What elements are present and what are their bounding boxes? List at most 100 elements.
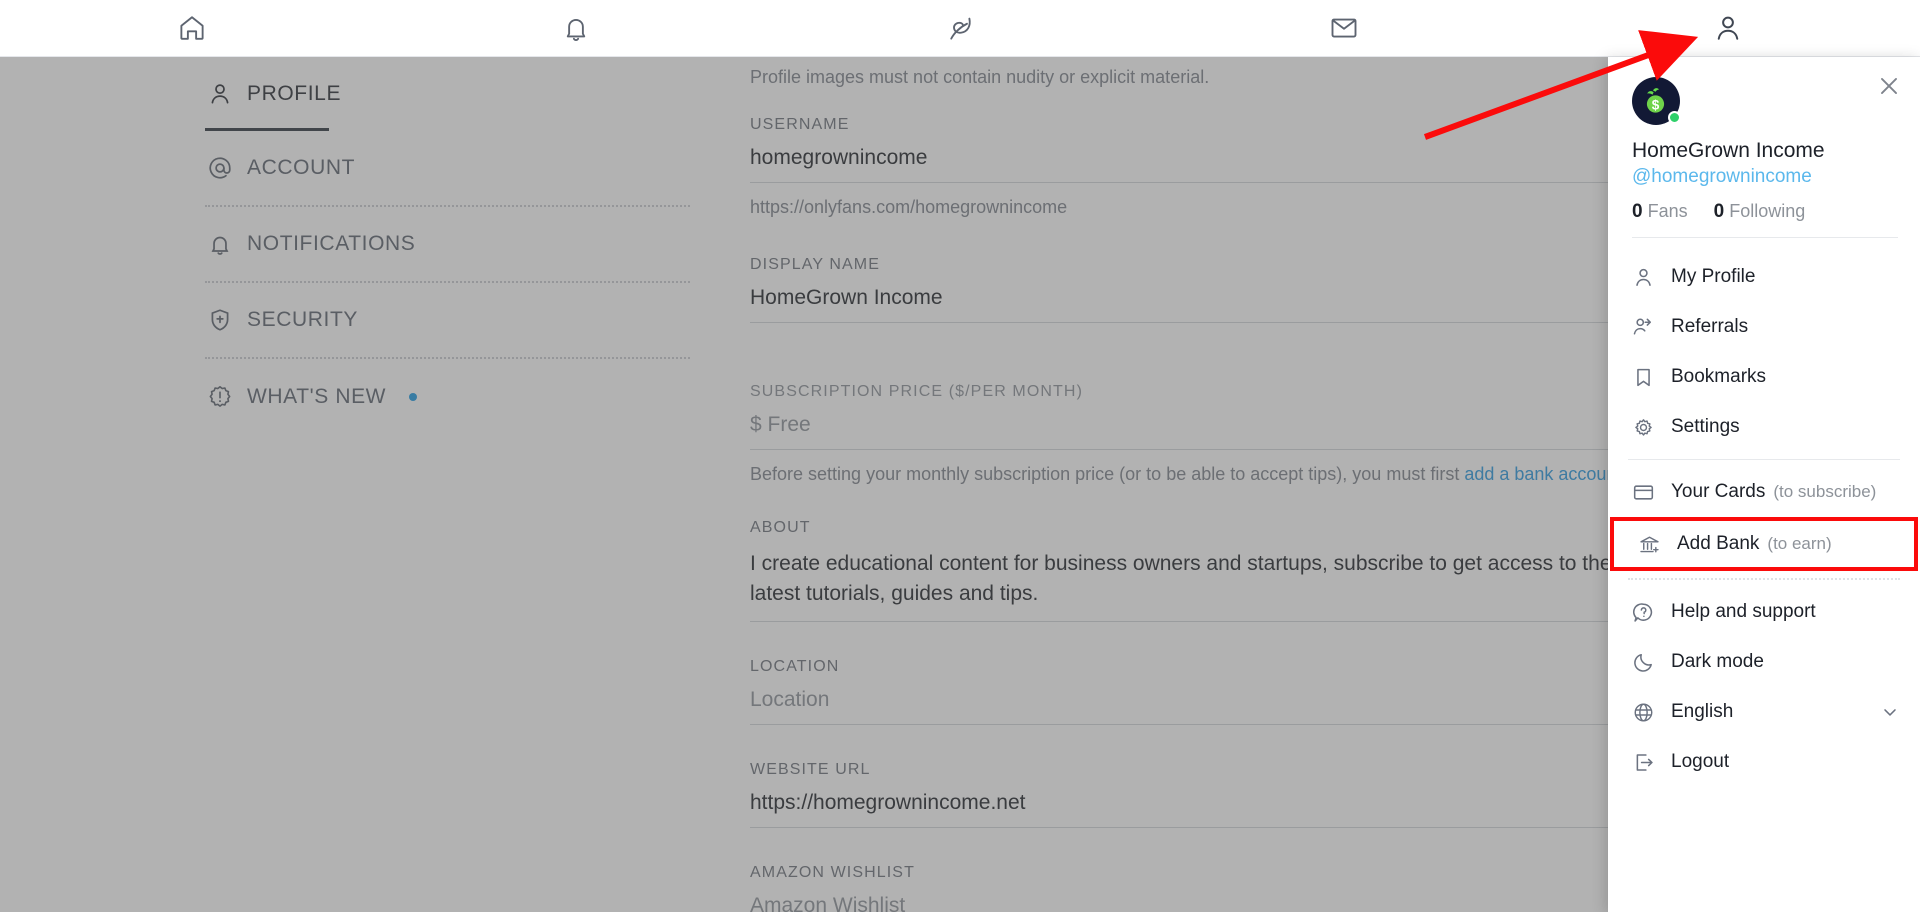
menu-item-label: Logout <box>1671 751 1730 772</box>
sidebar-item-account[interactable]: ACCOUNT <box>205 131 690 207</box>
amazon-wishlist-input[interactable]: Amazon Wishlist <box>750 894 1628 912</box>
dropdown-display-name: HomeGrown Income <box>1632 139 1825 162</box>
website-url-input[interactable]: https://homegrownincome.net <box>750 791 1628 828</box>
nav-home[interactable] <box>0 0 384 57</box>
dropdown-handle[interactable]: @homegrownincome <box>1632 166 1898 188</box>
fans-count: 0 <box>1632 201 1643 222</box>
account-dropdown-panel: $ HomeGrown Income @homegrownincome 0 Fa… <box>1608 57 1920 912</box>
subscription-price-field: SUBSCRIPTION PRICE ($/PER MONTH) $ Free … <box>748 383 1628 489</box>
menu-item-logout[interactable]: Logout <box>1608 737 1920 787</box>
top-navigation-bar <box>0 0 1920 57</box>
at-icon <box>207 155 233 181</box>
money-bag-icon: $ <box>1646 88 1665 113</box>
menu-item-bookmarks[interactable]: Bookmarks <box>1608 352 1920 402</box>
menu-item-add-bank[interactable]: Add Bank (to earn) <box>1610 517 1918 571</box>
subscription-help-text: Before setting your monthly subscription… <box>750 464 1465 485</box>
menu-item-help-and-support[interactable]: Help and support <box>1608 587 1920 637</box>
gear-icon <box>1632 416 1655 439</box>
messages-icon <box>1329 13 1359 43</box>
divider <box>1632 237 1898 238</box>
about-field[interactable]: ABOUT I create educational content for b… <box>748 519 1628 624</box>
divider <box>1628 578 1900 580</box>
menu-item-label: Dark mode <box>1671 651 1764 672</box>
dropdown-stats: 0 Fans 0 Following <box>1632 201 1898 223</box>
subscription-price-help: Before setting your monthly subscription… <box>750 450 1628 487</box>
svg-text:$: $ <box>1652 97 1660 112</box>
avatar-note: Profile images must not contain nudity o… <box>750 67 1210 87</box>
fans-label: Fans <box>1647 201 1688 221</box>
menu-item-sublabel: (to earn) <box>1767 534 1832 553</box>
username-input[interactable]: homegrownincome <box>750 146 1628 183</box>
username-field[interactable]: USERNAME homegrownincome https://onlyfan… <box>748 116 1628 222</box>
username-label: USERNAME <box>750 116 850 133</box>
location-input[interactable]: Location <box>750 688 1628 725</box>
username-help: https://onlyfans.com/homegrownincome <box>750 197 1068 217</box>
user-icon <box>1632 266 1655 289</box>
profile-icon <box>1713 13 1743 43</box>
help-circle-icon <box>1632 601 1655 624</box>
sidebar-item-label: PROFILE <box>247 82 342 105</box>
add-bank-account-link[interactable]: add a bank account. <box>1464 464 1626 484</box>
moon-icon <box>1632 651 1655 674</box>
menu-item-referrals[interactable]: Referrals <box>1608 302 1920 352</box>
subscription-price-label: SUBSCRIPTION PRICE ($/PER MONTH) <box>750 383 1084 401</box>
menu-item-label: Bookmarks <box>1671 366 1767 387</box>
nav-notifications[interactable] <box>384 0 768 57</box>
amazon-wishlist-label: AMAZON WISHLIST <box>750 864 915 881</box>
nav-profile[interactable] <box>1536 0 1920 57</box>
website-url-field[interactable]: WEBSITE URL https://homegrownincome.net <box>748 761 1628 830</box>
display-name-label: DISPLAY NAME <box>750 256 880 274</box>
app-root: PROFILE ACCOUNT NOTIFICATIONS SECURITY W… <box>0 0 1920 912</box>
menu-item-dark-mode[interactable]: Dark mode <box>1608 637 1920 687</box>
nav-collections[interactable] <box>768 0 1152 57</box>
menu-item-label: English <box>1671 701 1734 722</box>
sidebar-item-label: SECURITY <box>247 308 358 331</box>
globe-icon <box>1632 701 1655 724</box>
menu-item-label: Add Bank <box>1677 533 1760 554</box>
about-input[interactable]: I create educational content for busines… <box>750 549 1628 622</box>
sidebar-item-security[interactable]: SECURITY <box>205 283 690 359</box>
collections-icon <box>945 13 975 43</box>
dropdown-menu-list: My Profile Referrals Bookmarks Settings <box>1608 246 1920 787</box>
location-field[interactable]: LOCATION Location <box>748 658 1628 727</box>
whats-new-badge-dot <box>409 393 418 401</box>
close-icon[interactable] <box>1876 73 1902 99</box>
dropdown-header: $ HomeGrown Income @homegrownincome 0 Fa… <box>1608 57 1920 246</box>
bookmark-icon <box>1632 366 1655 389</box>
menu-item-label: Help and support <box>1671 601 1816 622</box>
amazon-wishlist-field[interactable]: AMAZON WISHLIST Amazon Wishlist <box>748 864 1628 912</box>
sidebar-item-whats-new[interactable]: WHAT'S NEW <box>205 359 690 435</box>
divider <box>1628 459 1900 460</box>
menu-item-your-cards[interactable]: Your Cards (to subscribe) <box>1608 467 1920 517</box>
badge-alert-icon <box>207 384 233 410</box>
sidebar-item-label: NOTIFICATIONS <box>247 232 416 255</box>
user-add-icon <box>1632 316 1655 339</box>
sidebar-item-profile[interactable]: PROFILE <box>205 57 690 131</box>
following-count: 0 <box>1713 201 1725 222</box>
menu-item-label: Referrals <box>1671 316 1749 337</box>
logout-icon <box>1632 751 1655 774</box>
shield-icon <box>207 307 233 333</box>
menu-item-settings[interactable]: Settings <box>1608 402 1920 452</box>
user-icon <box>207 81 233 107</box>
about-label: ABOUT <box>750 519 811 537</box>
subscription-price-input: $ Free <box>750 413 1628 451</box>
sidebar-item-notifications[interactable]: NOTIFICATIONS <box>205 207 690 283</box>
nav-messages[interactable] <box>1152 0 1536 57</box>
menu-item-label: Settings <box>1671 416 1740 437</box>
location-label: LOCATION <box>750 658 840 675</box>
display-name-field[interactable]: DISPLAY NAME HomeGrown Income <box>748 256 1628 325</box>
profile-form: Profile images must not contain nudity o… <box>748 57 1628 912</box>
display-name-input[interactable]: HomeGrown Income <box>750 286 1628 324</box>
menu-item-language[interactable]: English <box>1608 687 1920 737</box>
avatar[interactable]: $ <box>1632 77 1681 125</box>
menu-item-my-profile[interactable]: My Profile <box>1608 252 1920 302</box>
chevron-down-icon[interactable] <box>1880 702 1900 722</box>
bell-icon <box>207 231 233 257</box>
